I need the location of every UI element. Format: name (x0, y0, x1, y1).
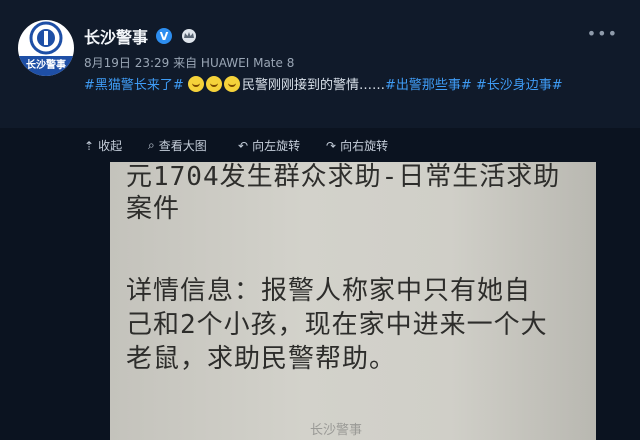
view-large-label: 查看大图 (158, 139, 207, 153)
avatar[interactable]: 长沙警事 (18, 20, 74, 76)
username[interactable]: 长沙警事 (84, 24, 148, 48)
rotate-right-icon: ↷ (326, 138, 337, 153)
image-toolbar: ⇡ 收起 ⌕ 查看大图 ↶ 向左旋转 ↷ 向右旋转 (0, 128, 640, 162)
rotate-right-label: 向右旋转 (340, 139, 389, 153)
photo-text-line: 详情信息：报警人称家中只有她自 (126, 276, 532, 306)
photo-text-line: 老鼠，求助民警帮助。 (126, 344, 397, 374)
post-body-text: 民警刚刚接到的警情…… (241, 78, 385, 93)
collapse-icon: ⇡ (84, 138, 95, 153)
post-photo[interactable]: 元1704发生群众求助-日常生活求助 案件 详情信息：报警人称家中只有她自 己和… (110, 162, 596, 440)
hashtag-link[interactable]: #黑猫警长来了# (84, 78, 184, 93)
photo-watermark: 长沙警事 (310, 423, 363, 438)
view-large-button[interactable]: ⌕ 查看大图 (148, 137, 207, 154)
rotate-left-icon: ↶ (238, 138, 249, 153)
rotate-left-button[interactable]: ↶ 向左旋转 (238, 137, 300, 154)
laugh-cry-emoji-icon (223, 76, 240, 92)
collapse-button[interactable]: ⇡ 收起 (84, 137, 122, 154)
crown-icon (182, 29, 197, 43)
post-meta: 8月19日 23:29 来自 HUAWEI Mate 8 (84, 56, 295, 70)
photo-text-line: 己和2个小孩，现在家中进来一个大 (126, 310, 548, 340)
post-text: #黑猫警长来了# 民警刚刚接到的警情……#出警那些事# #长沙身边事# (84, 76, 624, 96)
post-header: 长沙警事 长沙警事 V ••• 8月19日 23:29 来自 HUAWEI Ma… (0, 0, 640, 128)
magnify-icon: ⌕ (148, 138, 155, 152)
shield-logo-icon (18, 20, 74, 56)
laugh-cry-emoji-icon (205, 76, 222, 92)
more-icon[interactable]: ••• (587, 24, 618, 43)
collapse-label: 收起 (98, 139, 123, 153)
avatar-label: 长沙警事 (18, 56, 74, 76)
rotate-right-button[interactable]: ↷ 向右旋转 (326, 137, 388, 154)
hashtag-link[interactable]: #长沙身边事# (476, 78, 563, 93)
photo-text-line: 元1704发生群众求助-日常生活求助 (126, 162, 561, 192)
photo-text-line: 案件 (126, 194, 181, 224)
verified-icon: V (156, 28, 173, 44)
rotate-left-label: 向左旋转 (252, 139, 301, 153)
image-area: 元1704发生群众求助-日常生活求助 案件 详情信息：报警人称家中只有她自 己和… (0, 162, 640, 440)
name-row: 长沙警事 V (84, 24, 198, 48)
hashtag-link[interactable]: #出警那些事# (385, 78, 472, 93)
laugh-cry-emoji-icon (187, 76, 204, 92)
